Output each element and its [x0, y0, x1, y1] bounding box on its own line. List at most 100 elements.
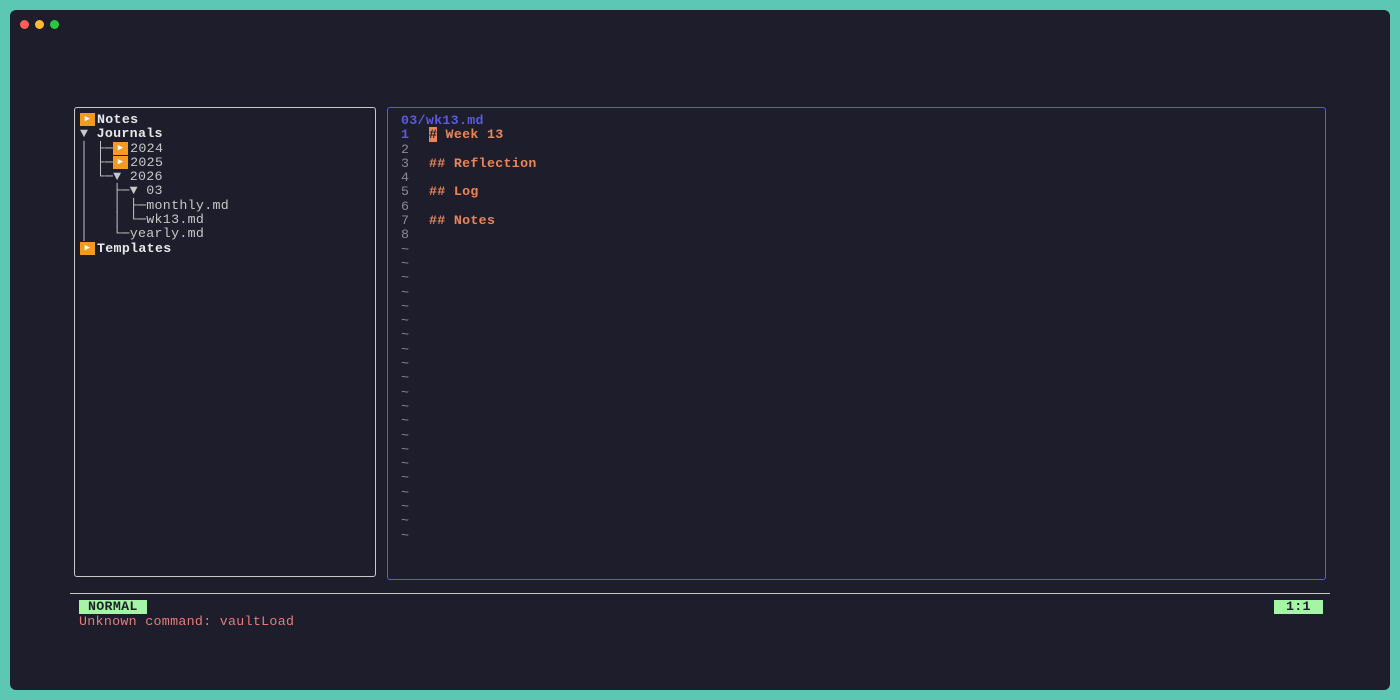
tilde-marker: ~ — [401, 356, 410, 372]
line-number: 4 — [401, 170, 410, 186]
collapsed-folder-icon[interactable] — [80, 113, 95, 126]
editor-line[interactable]: 6 — [401, 198, 1325, 214]
editor-line[interactable]: 8 — [401, 227, 1325, 243]
tilde-marker: ~ — [401, 370, 410, 386]
editor-line[interactable]: 3 ## Reflection — [401, 155, 1325, 171]
editor-line[interactable]: 4 — [401, 170, 1325, 186]
tree-guide: │ └─ — [80, 226, 130, 242]
command-line-message: Unknown command: vaultLoad — [79, 614, 295, 629]
tilde-marker: ~ — [401, 441, 410, 457]
tree-item-label: Templates — [97, 240, 172, 256]
expanded-chevron-icon: ▼ — [80, 126, 97, 142]
editor-line[interactable]: 7 ## Notes — [401, 213, 1325, 229]
empty-buffer-line: ~ — [401, 298, 1325, 314]
empty-buffer-line: ~ — [401, 384, 1325, 400]
line-number: 5 — [401, 184, 410, 200]
tilde-marker: ~ — [401, 270, 410, 286]
expanded-chevron-icon: │ ├─▼ — [80, 183, 147, 199]
tree-guide: │ ├─ — [80, 140, 114, 156]
empty-buffer-line: ~ — [401, 441, 1325, 457]
tilde-marker: ~ — [401, 413, 410, 429]
tree-item-label: yearly.md — [129, 226, 205, 242]
empty-buffer-line: ~ — [401, 356, 1325, 372]
empty-buffer-line: ~ — [401, 255, 1325, 271]
line-number: 1 — [401, 127, 410, 143]
line-text: ## Reflection — [429, 155, 537, 171]
tree-item[interactable]: │ │ ├─monthly.md — [80, 197, 375, 213]
tilde-marker: ~ — [401, 470, 410, 486]
tree-item[interactable]: │ └─yearly.md — [80, 227, 375, 241]
cursor-position-indicator: 1:1 — [1274, 600, 1323, 614]
mode-indicator: NORMAL — [79, 600, 147, 614]
line-number: 7 — [401, 213, 410, 229]
file-tree-pane[interactable]: Notes▼ Journals│ ├─2024│ ├─2025│ └─▼ 202… — [74, 107, 376, 577]
empty-buffer-line: ~ — [401, 341, 1325, 357]
tilde-marker: ~ — [401, 327, 410, 343]
empty-buffer-line: ~ — [401, 241, 1325, 257]
editor-file-title: 03/wk13.md — [401, 113, 484, 128]
editor-line[interactable]: 1 # Week 13 — [401, 127, 1325, 143]
tilde-marker: ~ — [401, 341, 410, 357]
tree-item-label: 2025 — [130, 154, 164, 170]
terminal-window: Notes▼ Journals│ ├─2024│ ├─2025│ └─▼ 202… — [10, 10, 1390, 690]
tilde-marker: ~ — [401, 298, 410, 314]
tilde-marker: ~ — [401, 241, 410, 257]
collapsed-folder-icon[interactable] — [113, 141, 129, 155]
tree-item-label: monthly.md — [146, 197, 230, 213]
line-text: # Week 13 — [429, 127, 504, 143]
empty-buffer-line: ~ — [401, 513, 1325, 529]
maximize-window-button[interactable] — [50, 20, 59, 29]
tree-guide: │ │ └─ — [80, 212, 147, 228]
tree-item[interactable]: ▼ Journals — [80, 127, 375, 141]
collapsed-folder-icon[interactable] — [80, 241, 95, 255]
empty-buffer-line: ~ — [401, 270, 1325, 286]
empty-buffer-line: ~ — [401, 484, 1325, 500]
window-controls — [20, 20, 59, 29]
empty-buffer-line: ~ — [401, 285, 1325, 300]
tilde-marker: ~ — [401, 484, 410, 500]
empty-buffer-line: ~ — [401, 398, 1325, 414]
tilde-marker: ~ — [401, 456, 410, 472]
tilde-marker: ~ — [401, 427, 410, 443]
tilde-marker: ~ — [401, 513, 410, 529]
tree-item-label: 2024 — [130, 140, 164, 156]
empty-buffer-line: ~ — [401, 413, 1325, 429]
editor-pane[interactable]: 03/wk13.md 1 # Week 13 2 3 ## Reflection 4 5 ##… — [387, 107, 1326, 580]
close-window-button[interactable] — [20, 20, 29, 29]
collapsed-folder-icon[interactable] — [113, 155, 129, 169]
empty-buffer-line: ~ — [401, 470, 1325, 486]
tree-guide: │ │ ├─ — [80, 197, 147, 213]
line-text-rest: Week 13 — [437, 127, 504, 143]
tree-item[interactable]: │ ├─▼ 03 — [80, 184, 375, 198]
empty-buffer-line: ~ — [401, 427, 1325, 443]
line-number: 3 — [401, 155, 410, 171]
expanded-chevron-icon: │ └─▼ — [80, 169, 130, 185]
line-number: 6 — [401, 198, 410, 214]
tree-item-label: wk13.md — [146, 212, 205, 228]
line-number: 8 — [401, 227, 410, 243]
empty-buffer-line: ~ — [401, 370, 1325, 386]
tree-item-label: Journals — [96, 126, 163, 142]
editor-lines[interactable]: 1 # Week 13 2 3 ## Reflection 4 5 ## Log 6 7 ## No… — [401, 127, 1325, 543]
line-text: ## Log — [429, 184, 479, 200]
tree-item-label: Notes — [97, 112, 139, 127]
tilde-marker: ~ — [401, 398, 410, 414]
empty-buffer-line: ~ — [401, 456, 1325, 472]
empty-buffer-line: ~ — [401, 327, 1325, 343]
empty-buffer-line: ~ — [401, 527, 1325, 543]
editor-line[interactable]: 2 — [401, 142, 1325, 157]
editor-line[interactable]: 5 ## Log — [401, 184, 1325, 200]
empty-buffer-line: ~ — [401, 313, 1325, 329]
minimize-window-button[interactable] — [35, 20, 44, 29]
tilde-marker: ~ — [401, 527, 410, 543]
tree-item-label: 2026 — [129, 169, 163, 185]
tree-item[interactable]: Notes — [80, 112, 375, 127]
tree-item[interactable]: Templates — [80, 240, 375, 256]
tree-item[interactable]: │ ├─ 2024 — [80, 140, 375, 156]
tilde-marker: ~ — [401, 313, 410, 329]
tilde-marker: ~ — [401, 384, 410, 400]
line-text: ## Notes — [429, 213, 496, 229]
statusbar-divider — [70, 593, 1330, 594]
tilde-marker: ~ — [401, 255, 410, 271]
tilde-marker: ~ — [401, 499, 410, 515]
